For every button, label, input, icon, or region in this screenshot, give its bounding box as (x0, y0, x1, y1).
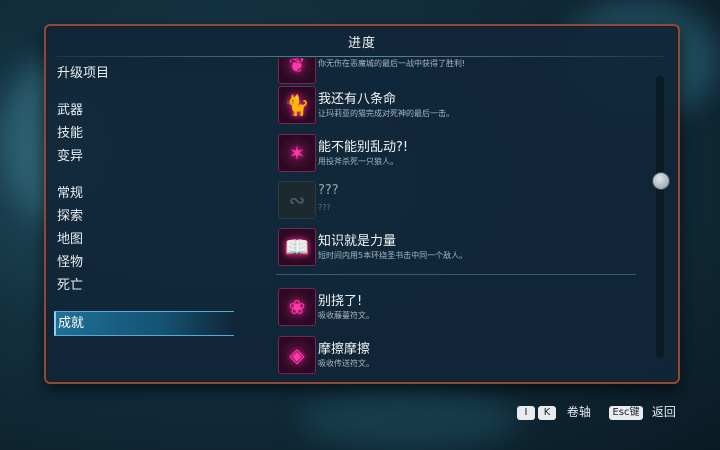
sidebar-item-achievements[interactable]: 成就 (54, 311, 234, 336)
sidebar-item-weapons[interactable]: 武器 (54, 99, 234, 122)
wings-icon: ❦ (278, 58, 316, 84)
achievement-desc: 你无伤在恶魔城的最后一战中获得了胜利! (318, 59, 466, 68)
sidebar-item-general[interactable]: 常规 (54, 182, 234, 205)
panel-title: 进度 (347, 36, 376, 51)
scroll-label: 卷轴 (566, 405, 591, 419)
achievement-name: 我还有八条命 (318, 92, 397, 107)
list-divider (276, 274, 636, 275)
cat-icon: 🐈 (278, 86, 316, 124)
key-i: I (517, 405, 535, 420)
back-hint[interactable]: Esc键 返回 (609, 403, 676, 420)
achievement-item[interactable]: ❦ 你无伤在恶魔城的最后一战中获得了胜利! (276, 58, 636, 84)
sidebar-item-deaths[interactable]: 死亡 (54, 274, 234, 297)
achievement-item[interactable]: ❀ 别挠了! 吸收藤蔓符文。 (276, 286, 636, 326)
back-label: 返回 (651, 405, 676, 419)
scrollbar-track[interactable] (656, 76, 664, 358)
achievement-name: 别挠了! (318, 294, 363, 309)
achievement-item[interactable]: 🐈 我还有八条命 让玛莉亚的猫完成对死神的最后一击。 (276, 84, 636, 124)
achievement-item[interactable]: ∾ ??? ??? (276, 179, 636, 219)
scroll-hint: IK 卷轴 (517, 403, 591, 420)
achievement-list[interactable]: ❦ 你无伤在恶魔城的最后一战中获得了胜利! 🐈 我还有八条命 让玛莉亚的猫完成对… (276, 58, 638, 376)
key-esc: Esc键 (609, 405, 643, 420)
sidebar-item-monsters[interactable]: 怪物 (54, 251, 234, 274)
achievement-desc: 让玛莉亚的猫完成对死神的最后一击。 (318, 109, 454, 118)
achievement-name: 能不能别乱动?! (318, 140, 409, 155)
achievement-desc: 用投斧杀死一只狼人。 (318, 157, 398, 166)
achievement-name: 知识就是力量 (318, 234, 397, 249)
achievement-name: ??? (318, 183, 339, 198)
scrollbar-thumb[interactable] (652, 172, 670, 190)
achievement-item[interactable]: ✶ 能不能别乱动?! 用投斧杀死一只狼人。 (276, 132, 636, 172)
background-glow (300, 390, 520, 450)
sidebar-item-exploration[interactable]: 探索 (54, 205, 234, 228)
achievement-desc: ??? (318, 203, 331, 212)
achievement-desc: 吸收传送符文。 (318, 359, 374, 368)
achievement-desc: 短时间内用5本环绕圣书击中同一个敌人。 (318, 251, 468, 260)
sidebar-item-map[interactable]: 地图 (54, 228, 234, 251)
achievement-desc: 吸收藤蔓符文。 (318, 311, 374, 320)
sidebar-item-mutations[interactable]: 变异 (54, 145, 234, 168)
achievement-item[interactable]: 📖 知识就是力量 短时间内用5本环绕圣书击中同一个敌人。 (276, 226, 636, 266)
achievement-name: 摩擦摩擦 (318, 342, 371, 357)
achievement-item[interactable]: ◈ 摩擦摩擦 吸收传送符文。 (276, 334, 636, 374)
vine-rune-icon: ❀ (278, 288, 316, 326)
book-icon: 📖 (278, 228, 316, 266)
werewolf-icon: ✶ (278, 134, 316, 172)
locked-icon: ∾ (278, 181, 316, 219)
progress-panel: 进度 升级项目 武器 技能 变异 常规 探索 地图 怪物 死亡 成就 ❦ 你无伤… (44, 24, 680, 384)
sidebar-item-skills[interactable]: 技能 (54, 122, 234, 145)
category-sidebar: 升级项目 武器 技能 变异 常规 探索 地图 怪物 死亡 成就 (54, 62, 234, 336)
title-divider (56, 56, 664, 57)
teleport-rune-icon: ◈ (278, 336, 316, 374)
sidebar-item-upgrades[interactable]: 升级项目 (54, 62, 234, 85)
key-k: K (538, 405, 556, 420)
